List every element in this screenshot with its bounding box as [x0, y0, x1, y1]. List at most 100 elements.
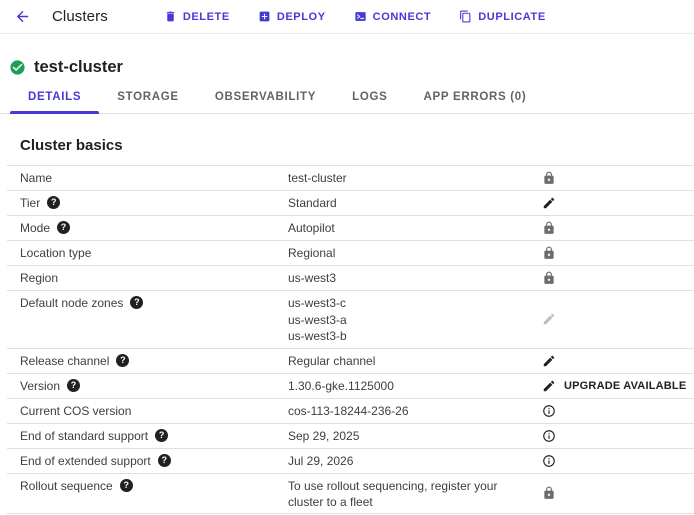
lock-icon [542, 171, 556, 185]
tab-storage[interactable]: STORAGE [99, 82, 197, 113]
row-label: Release channel [20, 353, 109, 369]
row-label: Mode [20, 220, 50, 236]
tab-bar: DETAILSSTORAGEOBSERVABILITYLOGSAPP ERROR… [0, 82, 694, 114]
row-action-cell [538, 291, 694, 348]
help-icon[interactable]: ? [158, 454, 171, 467]
row-label-cell: Location type [7, 241, 288, 265]
row-label-cell: Mode ? [7, 216, 288, 240]
cluster-basics-table: Name test-cluster Tier ? Standard Mod [7, 165, 694, 514]
row-value: Jul 29, 2026 [288, 449, 538, 473]
table-row: Default node zones ? us-west3-cus-west3-… [7, 291, 694, 349]
page-title: Clusters [52, 8, 108, 25]
arrow-back-icon [14, 8, 31, 25]
row-value: cos-113-18244-236-26 [288, 399, 538, 423]
lock-icon [542, 486, 556, 500]
row-label: End of extended support [20, 453, 151, 469]
table-row: Location type Regional [7, 241, 694, 266]
help-icon[interactable]: ? [57, 221, 70, 234]
action-bar: Clusters DELETE DEPLOY CONNECT DUPLICATE [0, 0, 694, 34]
lock-icon [542, 246, 556, 260]
section-title: Cluster basics [20, 137, 694, 154]
row-label-cell: Region [7, 266, 288, 290]
row-label-cell: Tier ? [7, 191, 288, 215]
row-label: Current COS version [20, 403, 131, 419]
row-value-line: us-west3-c [288, 295, 530, 312]
action-button-label: DUPLICATE [478, 11, 546, 23]
info-icon[interactable] [542, 429, 556, 443]
edit-icon[interactable] [542, 196, 556, 210]
action-buttons: DELETE DEPLOY CONNECT DUPLICATE [156, 6, 554, 27]
deploy-button[interactable]: DEPLOY [250, 6, 334, 27]
delete-button[interactable]: DELETE [156, 6, 238, 27]
edit-icon[interactable] [542, 354, 556, 368]
lock-icon [542, 221, 556, 235]
row-action-cell [538, 216, 694, 240]
table-row: Mode ? Autopilot [7, 216, 694, 241]
info-icon[interactable] [542, 404, 556, 418]
row-label: Location type [20, 245, 91, 261]
tab-details[interactable]: DETAILS [10, 82, 99, 113]
info-icon[interactable] [542, 454, 556, 468]
delete-icon [164, 10, 177, 23]
help-icon[interactable]: ? [47, 196, 60, 209]
lock-icon [542, 271, 556, 285]
duplicate-button[interactable]: DUPLICATE [451, 6, 554, 27]
row-label: Tier [20, 195, 40, 211]
deploy-icon [258, 10, 271, 23]
help-icon[interactable]: ? [130, 296, 143, 309]
row-action-cell [538, 191, 694, 215]
check-circle-icon [9, 59, 26, 76]
help-icon[interactable]: ? [116, 354, 129, 367]
table-row: Region us-west3 [7, 266, 694, 291]
row-label: End of standard support [20, 428, 148, 444]
help-icon[interactable]: ? [155, 429, 168, 442]
row-action-cell [538, 399, 694, 423]
table-row: Release channel ? Regular channel [7, 349, 694, 374]
help-icon[interactable]: ? [67, 379, 80, 392]
edit-icon[interactable] [542, 379, 556, 393]
tab-app-errors-0[interactable]: APP ERRORS (0) [406, 82, 545, 113]
row-label-cell: Release channel ? [7, 349, 288, 373]
row-value-line: us-west3-b [288, 328, 530, 345]
help-icon[interactable]: ? [120, 479, 133, 492]
row-value: Standard [288, 191, 538, 215]
action-button-label: DELETE [183, 11, 230, 23]
row-value: Sep 29, 2025 [288, 424, 538, 448]
row-label-cell: End of standard support ? [7, 424, 288, 448]
connect-button[interactable]: CONNECT [346, 6, 440, 27]
connect-icon [354, 10, 367, 23]
row-action-cell [538, 349, 694, 373]
row-value-line: us-west3-a [288, 312, 530, 329]
row-action-cell: UPGRADE AVAILABLE [538, 374, 694, 398]
row-label-cell: Current COS version [7, 399, 288, 423]
row-action-cell [538, 449, 694, 473]
table-row: Version ? 1.30.6-gke.1125000 UPGRADE AVA… [7, 374, 694, 399]
row-label-cell: Default node zones ? [7, 291, 288, 348]
row-label: Default node zones [20, 295, 123, 311]
row-label: Rollout sequence [20, 478, 113, 494]
row-action-cell [538, 424, 694, 448]
row-label-cell: Rollout sequence ? [7, 474, 288, 513]
row-label: Version [20, 378, 60, 394]
table-row: Rollout sequence ? To use rollout sequen… [7, 474, 694, 514]
row-label-cell: Version ? [7, 374, 288, 398]
table-row: Tier ? Standard [7, 191, 694, 216]
cluster-name: test-cluster [34, 58, 123, 77]
upgrade-available-label[interactable]: UPGRADE AVAILABLE [564, 380, 686, 392]
table-row: End of standard support ? Sep 29, 2025 [7, 424, 694, 449]
table-row: Name test-cluster [7, 166, 694, 191]
table-row: End of extended support ? Jul 29, 2026 [7, 449, 694, 474]
tab-logs[interactable]: LOGS [334, 82, 405, 113]
row-action-cell [538, 241, 694, 265]
row-value: us-west3 [288, 266, 538, 290]
row-action-cell [538, 474, 694, 513]
row-action-cell [538, 166, 694, 190]
duplicate-icon [459, 10, 472, 23]
back-button[interactable] [10, 5, 34, 29]
tab-observability[interactable]: OBSERVABILITY [197, 82, 334, 113]
row-value: test-cluster [288, 166, 538, 190]
row-action-cell [538, 266, 694, 290]
table-row: Current COS version cos-113-18244-236-26 [7, 399, 694, 424]
gke-cluster-details-page: Clusters DELETE DEPLOY CONNECT DUPLICATE te… [0, 0, 694, 514]
cluster-heading: test-cluster [0, 34, 694, 77]
